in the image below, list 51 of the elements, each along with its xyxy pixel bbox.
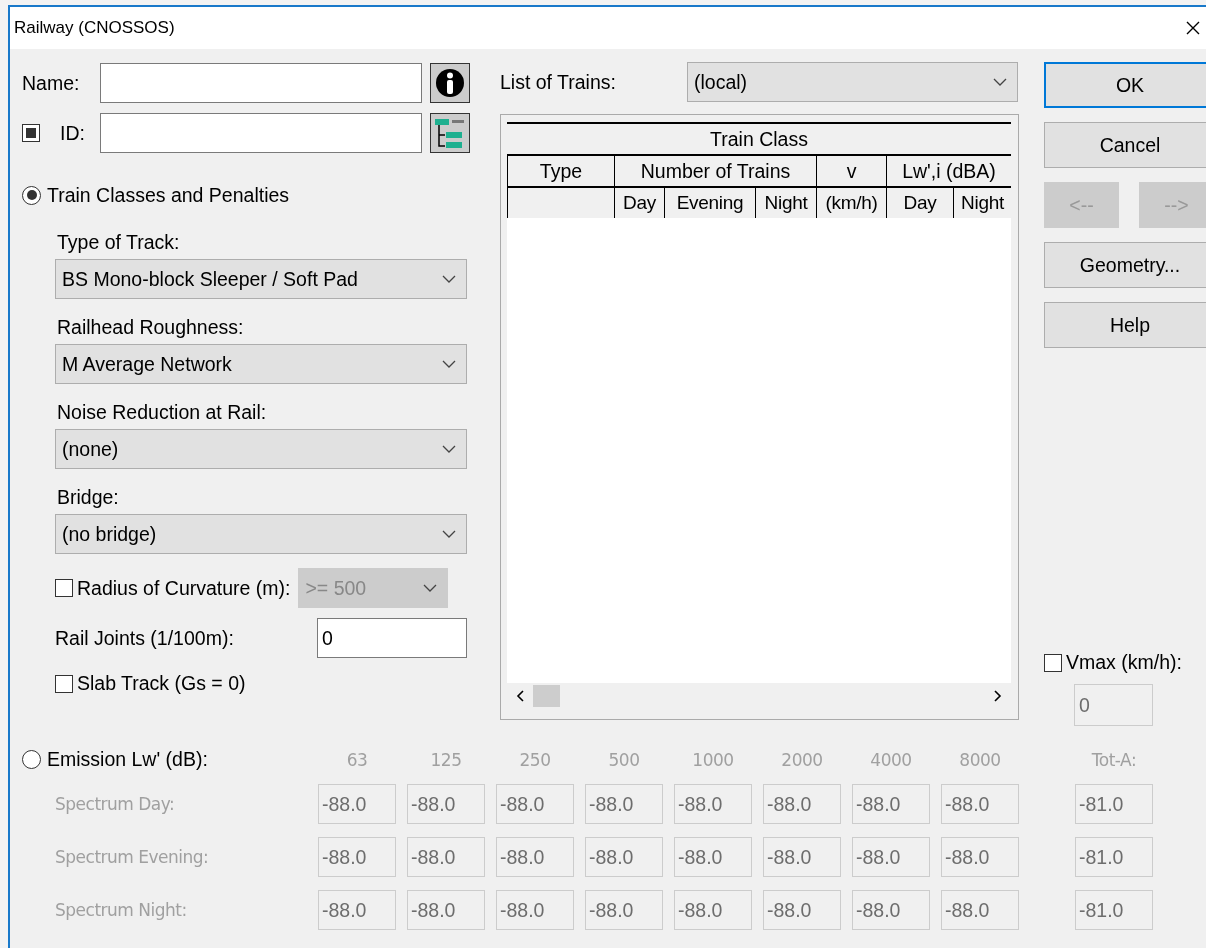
setting-label: Noise Reduction at Rail: [57,400,268,424]
emission-label: Emission Lw' (dB): [47,748,208,771]
dialog-button[interactable]: Geometry... [1044,242,1206,288]
frequency-label: 1000 [691,749,735,770]
rail-joints-field[interactable]: 0 [317,618,467,658]
train-classes-label: Train Classes and Penalties [47,183,290,207]
id-label: ID: [60,121,86,145]
dropdown[interactable]: BS Mono-block Sleeper / Soft Pad [55,259,467,299]
slab-track-label: Slab Track (Gs = 0) [77,672,246,695]
checkbox[interactable] [55,674,73,693]
frequency-label: 500 [607,749,641,770]
frequency-label: 250 [518,749,552,770]
dialog-button[interactable]: Help [1044,302,1206,348]
vmax-label: Vmax (km/h): [1066,651,1182,674]
dialog-button[interactable]: Cancel [1044,122,1206,168]
info-button[interactable] [430,63,470,103]
setting-label: Type of Track: [57,230,181,254]
dropdown[interactable]: (no bridge) [55,514,467,554]
name-field[interactable] [100,63,422,103]
window-title: Railway (CNOSSOS) [14,18,175,38]
info-icon [435,68,465,98]
frequency-label: 63 [345,749,369,770]
scroll-right-icon[interactable] [993,690,1003,702]
tree-icon [433,116,467,150]
dropdown[interactable]: M Average Network [55,344,467,384]
train-list-label: List of Trains: [500,70,617,94]
id-field[interactable] [100,113,422,153]
scroll-left-icon[interactable] [515,690,525,702]
checkbox[interactable] [22,124,40,142]
total-label: Tot-A: [1090,749,1138,770]
radius-label: Radius of Curvature (m): [77,576,291,600]
train-list-dropdown[interactable]: (local) [687,62,1018,102]
dialog-button[interactable]: OK [1044,62,1206,108]
frequency-label: 125 [429,749,463,770]
spectrum-label: Spectrum Evening: [54,847,210,867]
dropdown[interactable]: (none) [55,429,467,469]
setting-label: Railhead Roughness: [57,315,245,339]
spectrum-label: Spectrum Day: [54,794,176,814]
radio-button[interactable] [22,185,41,205]
spectrum-label: Spectrum Night: [54,900,188,920]
scrollbar-thumb[interactable] [533,685,560,707]
rail-joints-label: Rail Joints (1/100m): [55,626,234,650]
frequency-label: 4000 [869,749,913,770]
frequency-label: 2000 [780,749,824,770]
close-icon[interactable] [1186,21,1200,35]
name-label: Name: [22,71,81,95]
frequency-label: 8000 [958,749,1002,770]
tree-button[interactable] [430,113,470,153]
radio-button[interactable] [22,750,41,769]
setting-label: Bridge: [57,485,120,509]
table-header: Train Class [709,126,809,152]
